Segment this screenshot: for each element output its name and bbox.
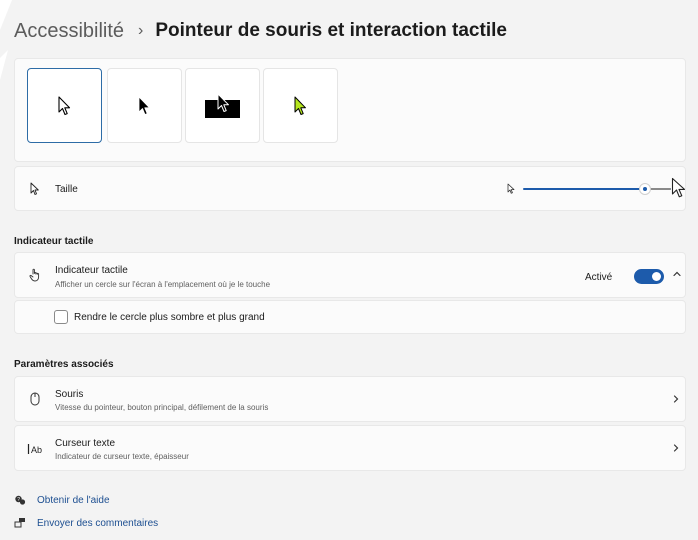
- small-pointer-icon: [507, 183, 515, 194]
- touch-indicator-section-title: Indicateur tactile: [14, 236, 94, 247]
- mouse-settings-label: Souris: [55, 389, 84, 400]
- mouse-settings-row[interactable]: Souris Vitesse du pointeur, bouton princ…: [14, 376, 686, 422]
- darker-circle-checkbox[interactable]: [54, 310, 68, 324]
- mouse-settings-description: Vitesse du pointeur, bouton principal, d…: [55, 403, 269, 412]
- page-title: Pointeur de souris et interaction tactil…: [155, 20, 507, 41]
- touch-indicator-toggle[interactable]: [634, 269, 664, 284]
- touch-indicator-row[interactable]: Indicateur tactile Afficher un cercle su…: [14, 252, 686, 298]
- pointer-style-custom-tile[interactable]: [263, 68, 338, 143]
- touch-indicator-description: Afficher un cercle sur l'écran à l'empla…: [55, 280, 271, 289]
- white-pointer-icon: [57, 95, 70, 115]
- pointer-size-slider[interactable]: [507, 175, 686, 203]
- slider-thumb[interactable]: [639, 183, 651, 195]
- mouse-icon: [29, 392, 41, 406]
- darker-circle-label: Rendre le cercle plus sombre et plus gra…: [74, 312, 265, 323]
- custom-color-pointer-icon: [294, 96, 306, 115]
- svg-text:Ab: Ab: [31, 445, 42, 455]
- breadcrumb-separator-icon: ›: [138, 22, 144, 39]
- inverted-pointer-icon: [204, 93, 240, 118]
- pointer-size-row: Taille: [14, 166, 686, 211]
- chevron-right-icon: [671, 393, 681, 407]
- text-cursor-settings-description: Indicateur de curseur texte, épaisseur: [55, 452, 189, 461]
- svg-text:?: ?: [17, 497, 20, 503]
- pointer-style-card: [14, 58, 686, 162]
- slider-remaining-track: [649, 188, 671, 190]
- pointer-size-icon: [29, 181, 41, 197]
- breadcrumb-parent-link[interactable]: Accessibilité: [14, 20, 124, 43]
- large-pointer-icon: [671, 177, 686, 198]
- touch-indicator-label: Indicateur tactile: [55, 265, 128, 276]
- touch-indicator-state-label: Activé: [585, 272, 613, 283]
- pointer-size-label: Taille: [55, 184, 78, 195]
- related-settings-section-title: Paramètres associés: [14, 359, 114, 370]
- pointer-style-inverted-tile[interactable]: [185, 68, 260, 143]
- pointer-style-white-tile[interactable]: [27, 68, 102, 143]
- chevron-up-icon[interactable]: [672, 268, 682, 282]
- toggle-knob: [652, 272, 661, 281]
- settings-page: Accessibilité › Pointeur de souris et in…: [0, 0, 698, 540]
- pointer-style-black-tile[interactable]: [107, 68, 182, 143]
- touch-hand-icon: [29, 268, 41, 282]
- text-cursor-settings-label: Curseur texte: [55, 438, 116, 449]
- feedback-icon: [14, 517, 26, 529]
- text-cursor-settings-row[interactable]: Ab Curseur texte Indicateur de curseur t…: [14, 425, 686, 471]
- help-icon: ?: [14, 494, 26, 506]
- breadcrumb: Accessibilité › Pointeur de souris et in…: [14, 16, 507, 46]
- chevron-right-icon: [671, 442, 681, 456]
- send-feedback-link[interactable]: Envoyer des commentaires: [37, 518, 158, 529]
- get-help-link[interactable]: Obtenir de l'aide: [37, 495, 110, 506]
- black-pointer-icon: [138, 96, 150, 115]
- text-cursor-icon: Ab: [27, 443, 45, 455]
